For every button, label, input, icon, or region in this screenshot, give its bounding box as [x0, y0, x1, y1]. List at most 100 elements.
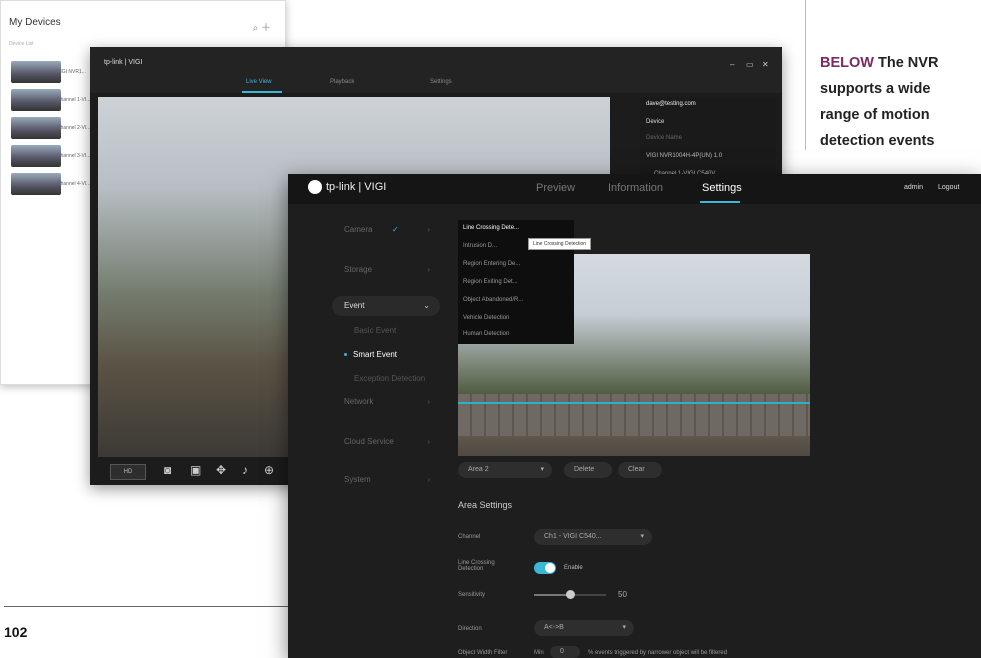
menu-event[interactable]: Event ⌄ — [332, 296, 440, 316]
fence — [458, 394, 810, 436]
submenu-label: Smart Event — [353, 350, 398, 359]
tab-playback[interactable]: Playback — [330, 79, 354, 85]
dropdown-option[interactable]: Region Entering De... — [463, 261, 520, 267]
channel-value: Ch1 - VIGI C540... — [544, 533, 602, 540]
chevron-right-icon: › — [427, 225, 430, 234]
chevron-right-icon: › — [427, 475, 430, 484]
nvr-tree-item[interactable]: VIGI NVR1004H-4P(UN) 1.0 — [646, 153, 722, 159]
dropdown-option[interactable]: Intrusion D... — [463, 243, 497, 249]
device-search-input[interactable]: Device Name — [646, 135, 682, 141]
area-settings-title: Area Settings — [458, 500, 513, 510]
menu-camera[interactable]: Camera › — [332, 220, 440, 240]
object-width-input[interactable]: 0 — [550, 646, 580, 658]
slider-fill — [534, 594, 570, 596]
close-icon[interactable]: ✕ — [762, 60, 769, 69]
vigi-settings-window: tp-link | VIGI Preview Information Setti… — [288, 174, 981, 658]
page-number: 102 — [4, 624, 28, 640]
camera-thumb[interactable] — [11, 89, 61, 111]
tab-settings[interactable]: Settings — [702, 182, 742, 194]
camera-label: Channel 1-VI... — [57, 97, 91, 103]
dropdown-option[interactable]: Region Exiting Det... — [463, 279, 518, 285]
clear-button[interactable]: Clear — [618, 462, 662, 478]
active-tab-underline — [700, 201, 740, 203]
menu-label: Network — [344, 397, 374, 406]
dropdown-option[interactable]: Vehicle Detection — [463, 315, 509, 321]
enable-label: Enable — [564, 565, 583, 571]
sensitivity-slider[interactable] — [534, 590, 606, 599]
menu-label: Camera — [344, 225, 373, 234]
enable-toggle[interactable] — [534, 562, 556, 574]
title-bar — [90, 47, 782, 93]
chevron-right-icon: › — [427, 397, 430, 406]
camera-thumb[interactable] — [11, 61, 61, 83]
device-header: Device — [646, 119, 665, 125]
chevron-down-icon: ⌄ — [423, 301, 430, 310]
tp-link-logo-icon — [308, 180, 322, 194]
tab-information[interactable]: Information — [608, 182, 663, 194]
direction-label: Direction — [458, 626, 482, 632]
area-select-value: Area 2 — [468, 466, 489, 473]
active-tab-underline — [242, 91, 282, 93]
submenu-smart-event[interactable]: Smart Event — [344, 350, 397, 359]
logo: tp-link | VIGI — [104, 59, 143, 66]
delete-button[interactable]: Delete — [564, 462, 612, 478]
sensitivity-value: 50 — [618, 590, 627, 599]
chevron-right-icon: › — [427, 437, 430, 446]
camera-thumb[interactable] — [11, 173, 61, 195]
snapshot-icon[interactable]: ◙ — [164, 463, 171, 477]
user-label: admin — [904, 184, 924, 191]
caption-lead: BELOW — [820, 55, 874, 71]
menu-label: Cloud Service — [344, 437, 394, 446]
object-width-filter-label: Object Width Filter — [458, 650, 508, 656]
dropdown-option[interactable]: Object Abandoned/R... — [463, 297, 523, 303]
minimize-icon[interactable]: – — [730, 60, 734, 69]
menu-storage[interactable]: Storage › — [332, 260, 440, 280]
dropdown-option[interactable]: Human Detection — [463, 331, 509, 337]
chevron-down-icon: ▾ — [622, 624, 626, 631]
tab-live-view[interactable]: Live View — [246, 79, 272, 85]
chevron-down-icon: ▾ — [640, 533, 644, 540]
tab-preview[interactable]: Preview — [536, 182, 575, 194]
menu-network[interactable]: Network › — [332, 392, 440, 412]
camera-label: VIGI NVR1... — [57, 69, 86, 75]
chevron-right-icon: › — [427, 265, 430, 274]
area-select[interactable]: Area 2 ▾ — [458, 462, 552, 478]
device-list-label: Device List — [9, 41, 34, 47]
checkmark-icon: ✓ — [392, 225, 399, 234]
menu-label: System — [344, 475, 371, 484]
account-label[interactable]: dave@testing.com — [646, 101, 696, 107]
microphone-icon[interactable]: ♪ — [242, 463, 248, 477]
logout-button[interactable]: Logout — [938, 184, 959, 191]
zoom-icon[interactable]: ⊕ — [264, 463, 274, 477]
camera-thumb[interactable] — [11, 145, 61, 167]
submenu-exception-detection[interactable]: Exception Detection — [354, 374, 425, 383]
line-crossing-label: Line Crossing Detection — [458, 560, 495, 572]
hd-button[interactable]: HD — [110, 464, 146, 480]
min-label: Min — [534, 650, 544, 656]
dropdown-option[interactable]: Line Crossing Dete... — [463, 225, 519, 231]
menu-cloud-service[interactable]: Cloud Service › — [332, 432, 440, 452]
ptz-icon[interactable]: ✥ — [216, 463, 226, 477]
direction-select[interactable]: A<->B ▾ — [534, 620, 634, 636]
maximize-icon[interactable]: ▭ — [746, 60, 754, 69]
slider-thumb[interactable] — [566, 590, 575, 599]
active-dot-icon — [344, 353, 347, 357]
menu-system[interactable]: System › — [332, 470, 440, 490]
channel-label: Channel — [458, 534, 481, 540]
caption: BELOW The NVR supports a wide range of m… — [820, 50, 970, 154]
menu-label: Storage — [344, 265, 373, 274]
menu-label: Event — [344, 301, 365, 310]
channel-select[interactable]: Ch1 - VIGI C540... ▾ — [534, 529, 652, 545]
sensitivity-label: Sensitivity — [458, 592, 486, 598]
tab-settings[interactable]: Settings — [430, 79, 452, 85]
toggle-knob — [545, 563, 555, 573]
object-width-note: % events triggered by narrower object wi… — [588, 650, 728, 656]
crossing-line[interactable] — [458, 402, 810, 404]
direction-value: A<->B — [544, 624, 564, 631]
record-icon[interactable]: ▣ — [190, 463, 201, 477]
search-add-icons[interactable]: ⌕ ＋ — [253, 19, 271, 34]
logo: tp-link | VIGI — [308, 180, 386, 194]
camera-thumb[interactable] — [11, 117, 61, 139]
submenu-basic-event[interactable]: Basic Event — [354, 326, 396, 335]
logo-text: tp-link | VIGI — [326, 180, 387, 193]
